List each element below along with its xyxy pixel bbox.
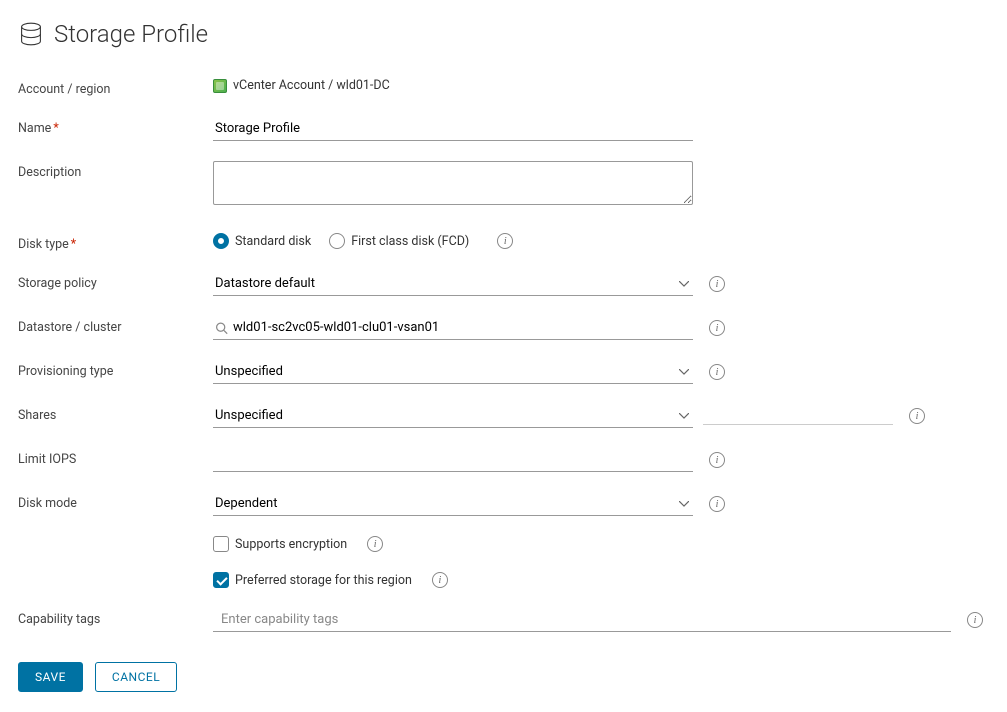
- name-input[interactable]: [213, 117, 693, 141]
- info-icon[interactable]: i: [367, 536, 383, 552]
- label-account-region: Account / region: [18, 78, 213, 97]
- info-icon[interactable]: i: [709, 496, 725, 512]
- disk-type-radio-group: Standard disk First class disk (FCD) i: [213, 233, 513, 249]
- preferred-storage-input[interactable]: [213, 572, 229, 588]
- label-datastore-cluster: Datastore / cluster: [18, 316, 213, 335]
- preferred-storage-checkbox[interactable]: Preferred storage for this region: [213, 572, 412, 588]
- shares-select[interactable]: Unspecified: [213, 404, 693, 428]
- datastore-cluster-input[interactable]: [213, 316, 693, 340]
- supports-encryption-input[interactable]: [213, 536, 229, 552]
- radio-first-class-disk[interactable]: First class disk (FCD): [329, 233, 469, 249]
- footer-actions: SAVE CANCEL: [18, 662, 989, 692]
- description-textarea[interactable]: [213, 161, 693, 205]
- shares-extra-input[interactable]: [703, 407, 893, 425]
- label-limit-iops: Limit IOPS: [18, 448, 213, 467]
- info-icon[interactable]: i: [709, 452, 725, 468]
- info-icon[interactable]: i: [709, 364, 725, 380]
- supports-encryption-checkbox[interactable]: Supports encryption: [213, 536, 347, 552]
- info-icon[interactable]: i: [497, 233, 513, 249]
- search-icon: [215, 322, 228, 335]
- page-header: Storage Profile: [18, 20, 989, 48]
- radio-standard-disk-input[interactable]: [213, 233, 229, 249]
- label-storage-policy: Storage policy: [18, 272, 213, 291]
- capability-tags-input[interactable]: [213, 608, 951, 632]
- label-capability-tags: Capability tags: [18, 608, 213, 627]
- radio-fcd-input[interactable]: [329, 233, 345, 249]
- info-icon[interactable]: i: [909, 408, 925, 424]
- label-description: Description: [18, 161, 213, 180]
- storage-icon: [18, 21, 44, 47]
- provisioning-type-select[interactable]: Unspecified: [213, 360, 693, 384]
- label-name: Name*: [18, 117, 213, 136]
- info-icon[interactable]: i: [432, 572, 448, 588]
- label-shares: Shares: [18, 404, 213, 423]
- vcenter-icon: [213, 79, 227, 93]
- account-region-value: vCenter Account / wld01-DC: [213, 78, 390, 93]
- info-icon[interactable]: i: [709, 320, 725, 336]
- label-disk-mode: Disk mode: [18, 492, 213, 511]
- radio-standard-disk[interactable]: Standard disk: [213, 233, 311, 249]
- cancel-button[interactable]: CANCEL: [95, 662, 177, 692]
- disk-mode-select[interactable]: Dependent: [213, 492, 693, 516]
- save-button[interactable]: SAVE: [18, 662, 83, 692]
- label-provisioning-type: Provisioning type: [18, 360, 213, 379]
- info-icon[interactable]: i: [967, 612, 983, 628]
- storage-policy-select[interactable]: Datastore default: [213, 272, 693, 296]
- page-title: Storage Profile: [54, 20, 208, 48]
- limit-iops-input[interactable]: [213, 448, 693, 472]
- info-icon[interactable]: i: [709, 276, 725, 292]
- label-disk-type: Disk type*: [18, 233, 213, 252]
